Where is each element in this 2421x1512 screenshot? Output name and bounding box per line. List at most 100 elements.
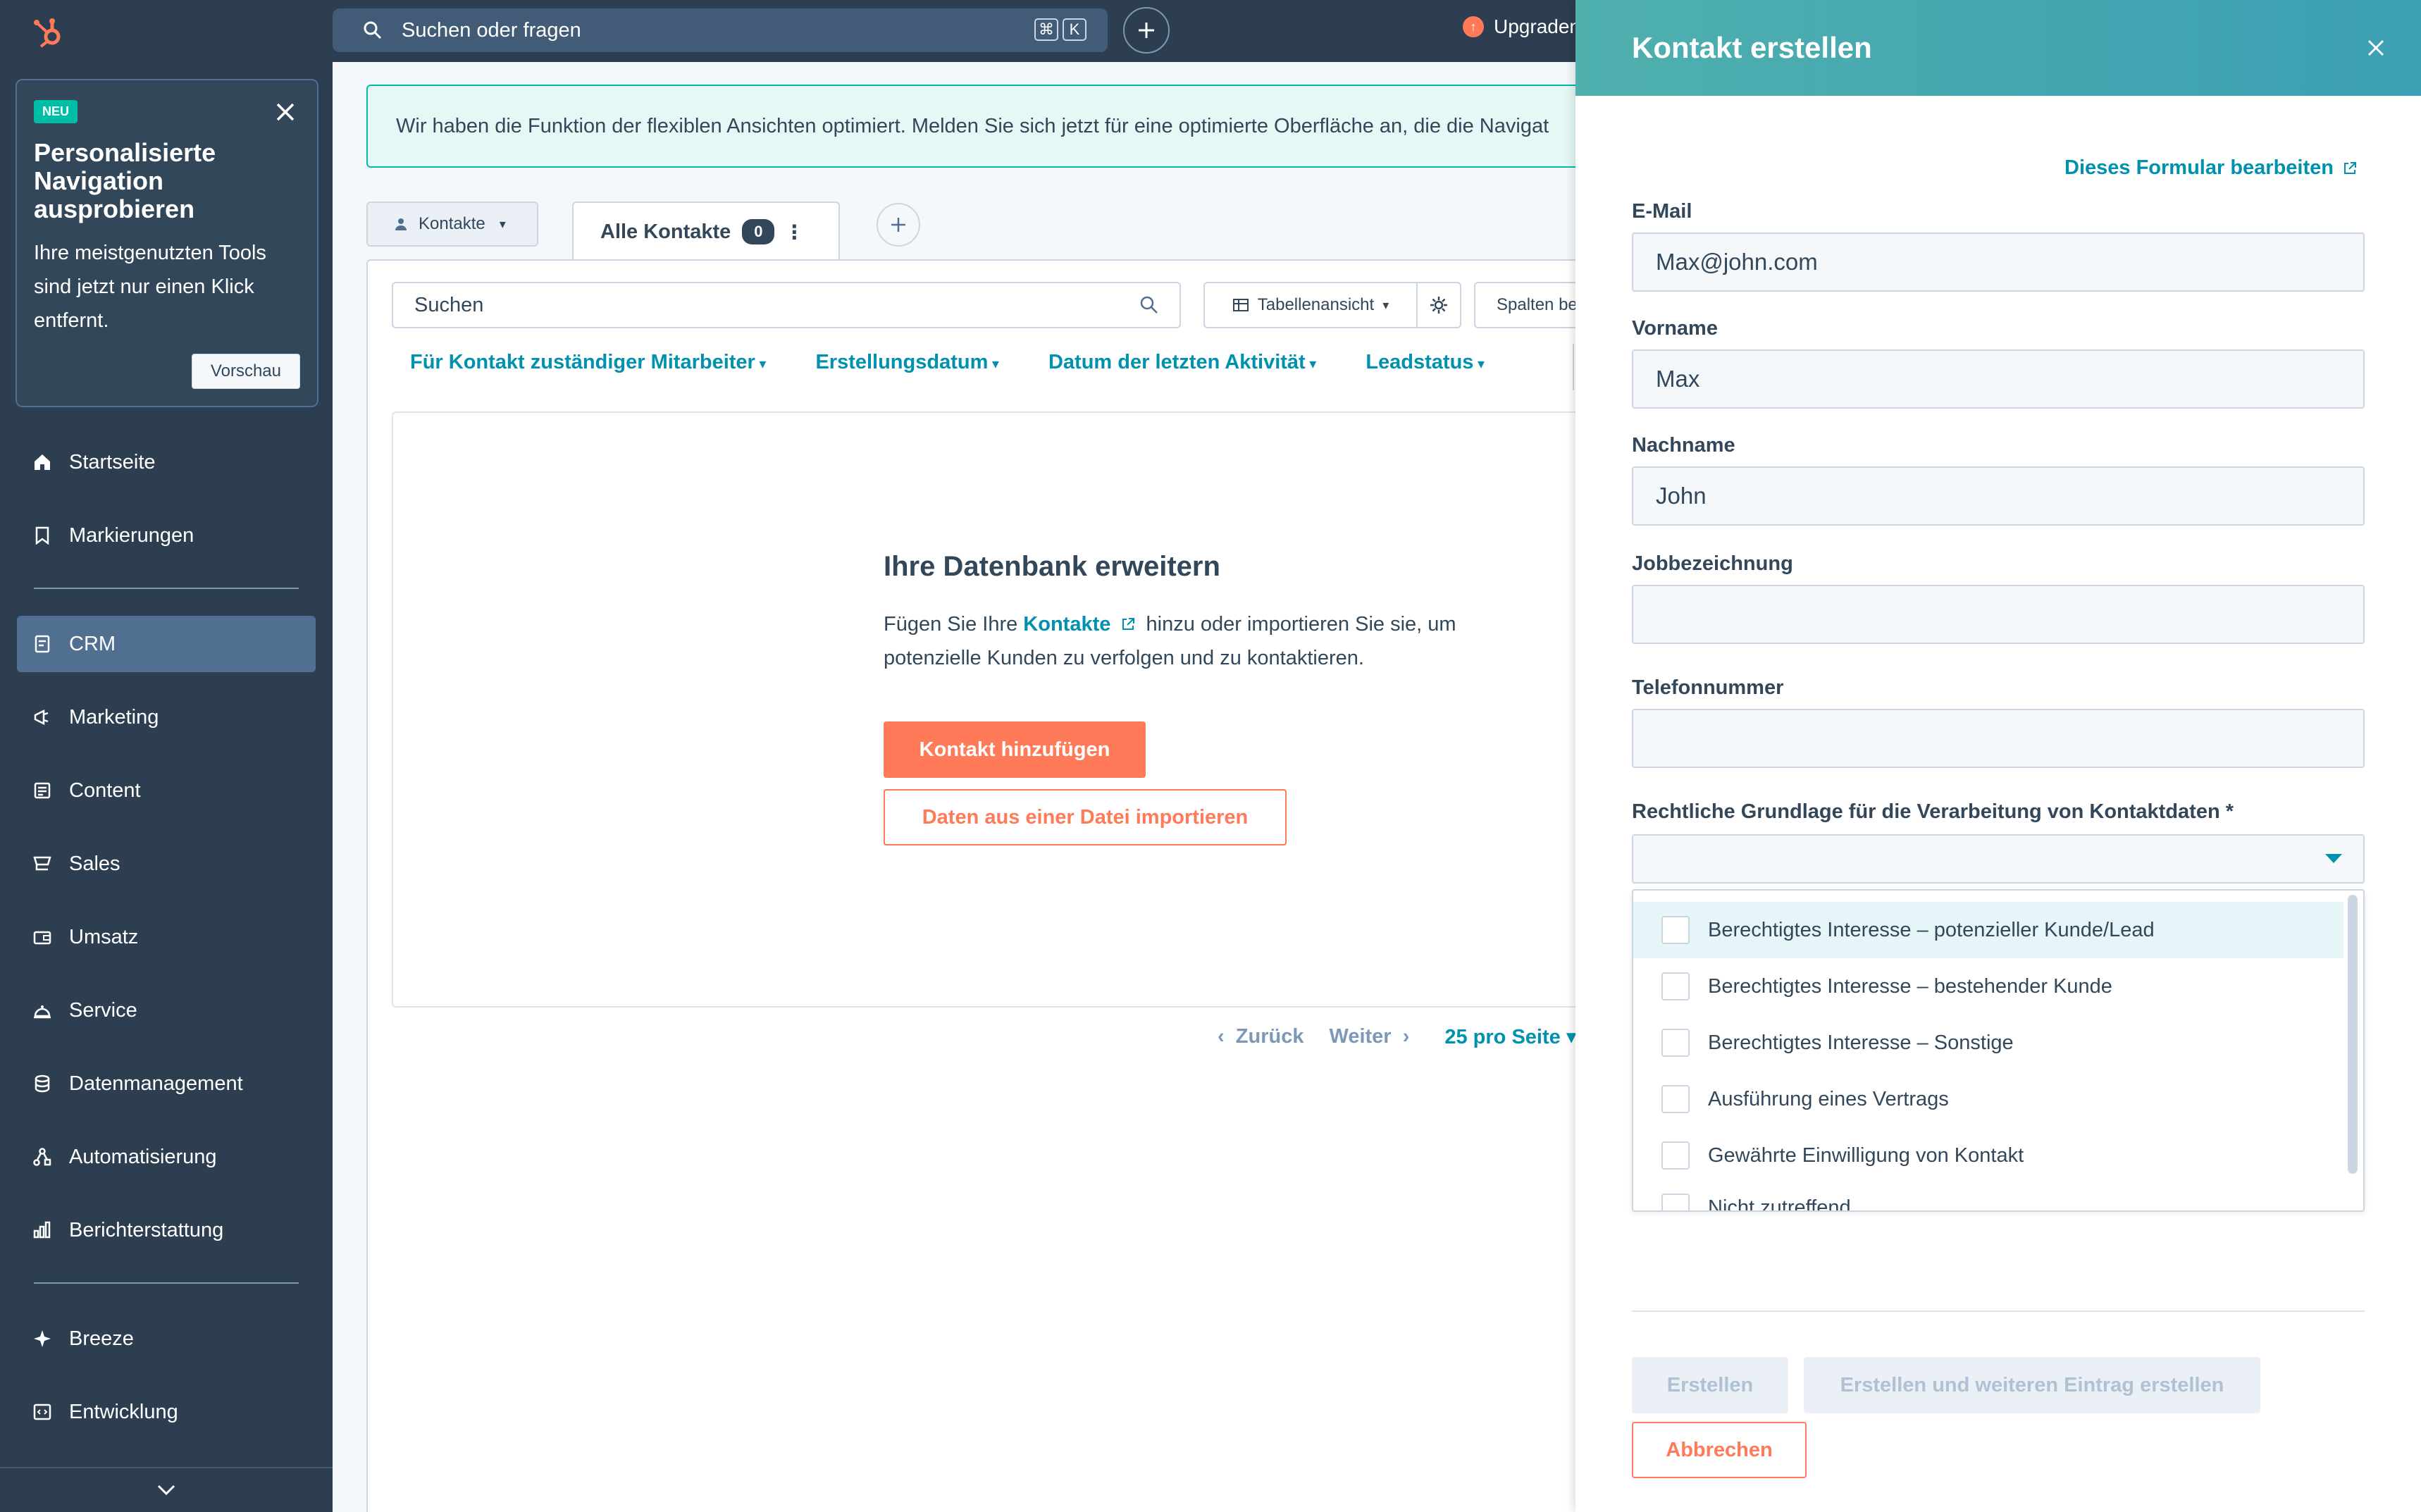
option-label: Ausführung eines Vertrags [1708, 1087, 1949, 1110]
import-data-button[interactable]: Daten aus einer Datei importieren [884, 789, 1287, 845]
hubspot-logo-icon[interactable] [31, 16, 65, 49]
search-placeholder: Suchen [414, 293, 484, 316]
sidebar-item-label: Service [69, 998, 137, 1022]
legal-basis-label: Rechtliche Grundlage für die Verarbeitun… [1632, 800, 2234, 823]
sidebar-item-label: CRM [69, 632, 116, 655]
checkbox[interactable] [1661, 972, 1690, 1000]
contacts-link[interactable]: Kontakte [1023, 613, 1110, 636]
empty-text-before: Fügen Sie Ihre [884, 613, 1024, 636]
wallet-icon [31, 926, 54, 948]
search-placeholder: Suchen oder fragen [402, 18, 581, 42]
sidebar-item-crm[interactable]: CRM [17, 616, 316, 672]
sidebar-item-label: Datenmanagement [69, 1072, 243, 1095]
filter-lead-status[interactable]: Leadstatus [1366, 351, 1485, 374]
sidebar-divider [34, 1282, 299, 1284]
next-page-button[interactable]: Weiter › [1329, 1025, 1409, 1048]
sidebar-item-sales[interactable]: Sales [17, 836, 316, 892]
legal-option[interactable]: Gewährte Einwilligung von Kontakt [1633, 1127, 2343, 1184]
legal-option[interactable]: Berechtigtes Interesse – bestehender Kun… [1633, 958, 2343, 1015]
sidebar-item-entwicklung[interactable]: Entwicklung [17, 1384, 316, 1440]
firstname-field[interactable]: Max [1632, 349, 2365, 409]
email-field[interactable]: Max@john.com [1632, 233, 2365, 292]
database-icon [31, 1072, 54, 1095]
close-icon [2367, 39, 2384, 56]
sidebar-item-startseite[interactable]: Startseite [17, 434, 316, 490]
sidebar-item-label: Entwicklung [69, 1400, 178, 1423]
tab-label: Alle Kontakte [600, 220, 731, 243]
lastname-field[interactable]: John [1632, 466, 2365, 526]
sidebar-item-automatisierung[interactable]: Automatisierung [17, 1129, 316, 1185]
add-contact-button[interactable]: Kontakt hinzufügen [884, 721, 1146, 778]
per-page-label: 25 pro Seite [1444, 1026, 1561, 1048]
sidebar-item-service[interactable]: Service [17, 982, 316, 1039]
checkbox[interactable] [1661, 1085, 1690, 1113]
sidebar-item-label: Marketing [69, 705, 159, 729]
create-and-add-another-button[interactable]: Erstellen und weiteren Eintrag erstellen [1804, 1357, 2260, 1413]
jobtitle-label: Jobbezeichnung [1632, 552, 1793, 575]
upgrade-label: Upgraden [1494, 16, 1580, 37]
search-shortcut: ⌘ K [1034, 18, 1086, 41]
chart-icon [31, 1219, 54, 1241]
filter-last-activity[interactable]: Datum der letzten Aktivität [1048, 351, 1316, 374]
phone-label: Telefonnummer [1632, 676, 1784, 699]
sidebar-item-label: Markierungen [69, 523, 194, 547]
pagination: ‹ Zurück Weiter › 25 pro Seite ▾ [1218, 1024, 1576, 1049]
per-page-select[interactable]: 25 pro Seite ▾ [1444, 1024, 1576, 1049]
sidebar-item-markierungen[interactable]: Markierungen [17, 507, 316, 564]
more-options-icon[interactable]: ⋮ [784, 221, 804, 244]
sidebar-item-datenmanagement[interactable]: Datenmanagement [17, 1055, 316, 1112]
option-label: Berechtigtes Interesse – bestehender Kun… [1708, 974, 2112, 998]
dropdown-scrollbar[interactable] [2348, 895, 2358, 1174]
sidebar-item-label: Startseite [69, 450, 156, 473]
home-icon [31, 451, 54, 473]
checkbox[interactable] [1661, 916, 1690, 944]
sidebar-item-umsatz[interactable]: Umsatz [17, 909, 316, 965]
preview-button[interactable]: Vorschau [191, 354, 300, 389]
table-icon [1232, 299, 1249, 311]
cancel-button[interactable]: Abbrechen [1632, 1422, 1807, 1478]
filter-owner[interactable]: Für Kontakt zuständiger Mitarbeiter [410, 351, 766, 374]
add-view-button[interactable] [877, 203, 920, 247]
legal-option[interactable]: Ausführung eines Vertrags [1633, 1071, 2343, 1127]
contacts-search-input[interactable]: Suchen [392, 282, 1181, 328]
filter-create-date[interactable]: Erstellungsdatum [815, 351, 999, 374]
code-icon [31, 1401, 54, 1423]
close-promo-button[interactable] [273, 100, 297, 124]
checkbox[interactable] [1661, 1194, 1690, 1210]
sidebar-item-marketing[interactable]: Marketing [17, 689, 316, 745]
legal-option[interactable]: Berechtigtes Interesse – Sonstige [1633, 1015, 2343, 1071]
global-search-input[interactable]: Suchen oder fragen ⌘ K [333, 8, 1108, 52]
table-view-dropdown[interactable]: Tabellenansicht ▾ [1203, 282, 1418, 328]
sidebar-divider [34, 588, 299, 589]
external-link-icon [1122, 618, 1135, 630]
sidebar-item-content[interactable]: Content [17, 762, 316, 819]
tab-alle-kontakte[interactable]: Alle Kontakte 0 ⋮ [572, 202, 840, 261]
quick-create-button[interactable] [1123, 7, 1170, 54]
caret-down-icon [2325, 854, 2342, 863]
view-settings-button[interactable] [1416, 282, 1461, 328]
legal-option[interactable]: Nicht zutreffend [1633, 1179, 2343, 1210]
sidebar-item-label: Berichterstattung [69, 1218, 224, 1241]
lastname-label: Nachname [1632, 434, 1735, 457]
sidebar-item-breeze[interactable]: Breeze [17, 1310, 316, 1367]
legal-basis-select[interactable] [1632, 834, 2365, 884]
close-drawer-button[interactable] [2362, 34, 2390, 62]
caret-down-icon: ▾ [499, 216, 506, 231]
external-link-icon [2344, 161, 2356, 174]
sidebar-item-berichterstattung[interactable]: Berichterstattung [17, 1202, 316, 1258]
previous-page-button[interactable]: ‹ Zurück [1218, 1025, 1304, 1048]
phone-field[interactable] [1632, 709, 2365, 768]
checkbox[interactable] [1661, 1029, 1690, 1057]
drawer-header: Kontakt erstellen [1575, 0, 2421, 96]
create-button[interactable]: Erstellen [1632, 1357, 1788, 1413]
checkbox[interactable] [1661, 1141, 1690, 1170]
create-contact-drawer: Kontakt erstellen Dieses Formular bearbe… [1575, 0, 2421, 1512]
object-type-select[interactable]: Kontakte ▾ [366, 202, 538, 247]
quick-filters: Für Kontakt zuständiger Mitarbeiter Erst… [410, 351, 1485, 374]
edit-form-link[interactable]: Dieses Formular bearbeiten [2064, 156, 2358, 180]
jobtitle-field[interactable] [1632, 585, 2365, 644]
tab-count-badge: 0 [742, 219, 775, 244]
expand-sidebar-button[interactable] [0, 1467, 333, 1512]
legal-option[interactable]: Berechtigtes Interesse – potenzieller Ku… [1633, 902, 2343, 958]
upgrade-button[interactable]: ↑ Upgraden [1463, 16, 1580, 38]
